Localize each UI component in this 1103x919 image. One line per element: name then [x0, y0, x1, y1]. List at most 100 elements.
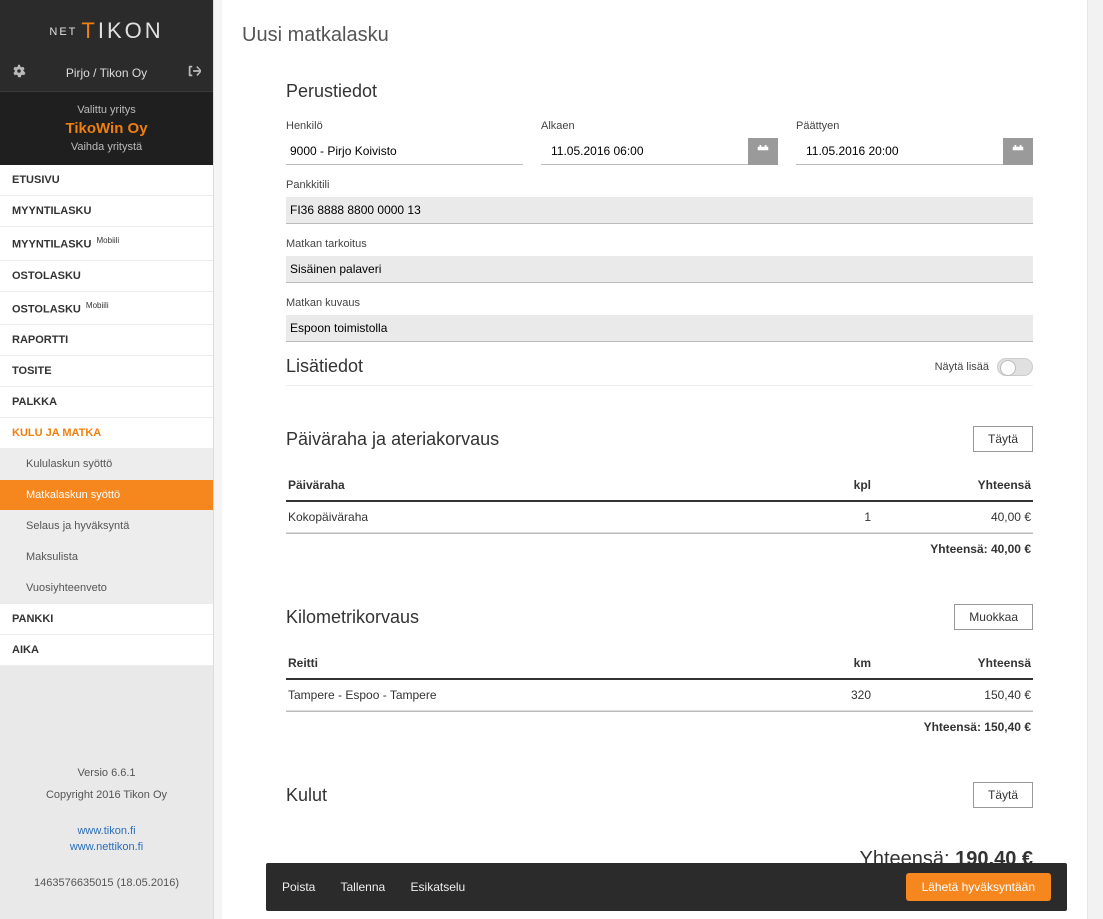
link-nettikon[interactable]: www.nettikon.fi — [10, 841, 203, 853]
selected-company-label: Valittu yritys — [8, 104, 205, 116]
label-kuvaus: Matkan kuvaus — [286, 297, 1033, 309]
gear-icon[interactable] — [12, 64, 26, 81]
col-reitti: Reitti — [286, 648, 753, 679]
sidebar-scroll-gutter[interactable] — [214, 0, 222, 919]
nav-myyntilasku-mobiili[interactable]: MYYNTILASKU Mobiili — [0, 227, 213, 261]
action-poista[interactable]: Poista — [282, 880, 315, 894]
section-kilometri: Kilometrikorvaus Muokkaa Reitti km Yhtee… — [242, 604, 1033, 742]
brand-net: NET — [49, 26, 77, 38]
paivaraha-total: Yhteensä: 40,00 € — [286, 533, 1033, 564]
input-tarkoitus[interactable] — [286, 256, 1033, 283]
nav-myyntilasku[interactable]: MYYNTILASKU — [0, 196, 213, 227]
subnav-matkalaskun-syotto[interactable]: Matkalaskun syöttö — [0, 480, 213, 511]
calendar-button-alkaen[interactable] — [748, 138, 778, 165]
field-alkaen: Alkaen — [541, 120, 778, 165]
heading-paivaraha: Päiväraha ja ateriakorvaus — [286, 429, 499, 450]
button-laheta-hyvaksyntaan[interactable]: Lähetä hyväksyntään — [906, 873, 1051, 901]
label-henkilo: Henkilö — [286, 120, 523, 132]
main-wrap: Uusi matkalasku Perustiedot Henkilö Alka… — [222, 0, 1087, 919]
heading-lisatiedot: Lisätiedot — [286, 356, 363, 377]
input-alkaen[interactable] — [541, 138, 748, 165]
field-henkilo: Henkilö — [286, 120, 523, 165]
input-paattyy[interactable] — [796, 138, 1003, 165]
cell-sum: 150,40 € — [873, 679, 1033, 711]
nav-raportti[interactable]: RAPORTTI — [0, 325, 213, 356]
user-row: Pirjo / Tikon Oy — [0, 58, 213, 91]
subnav-maksulista[interactable]: Maksulista — [0, 542, 213, 573]
nav-kulu-ja-matka[interactable]: KULU JA MATKA — [0, 418, 213, 449]
table-km: Reitti km Yhteensä Tampere - Espoo - Tam… — [286, 648, 1033, 711]
field-paattyy: Päättyen — [796, 120, 1033, 165]
table-row: Tampere - Espoo - Tampere 320 150,40 € — [286, 679, 1033, 711]
cell-kpl: 1 — [753, 501, 873, 533]
nav-etusivu[interactable]: ETUSIVU — [0, 165, 213, 196]
main-scroll-gutter[interactable] — [1087, 0, 1103, 919]
main-content: Uusi matkalasku Perustiedot Henkilö Alka… — [222, 0, 1087, 919]
input-henkilo[interactable] — [286, 138, 523, 165]
heading-perustiedot: Perustiedot — [286, 81, 1033, 102]
input-pankkitili — [286, 197, 1033, 224]
page-title: Uusi matkalasku — [242, 24, 1033, 47]
version-text: Versio 6.6.1 — [10, 767, 203, 779]
button-tayta-paivaraha[interactable]: Täytä — [973, 426, 1033, 452]
button-muokkaa-km[interactable]: Muokkaa — [954, 604, 1033, 630]
button-tayta-kulut[interactable]: Täytä — [973, 782, 1033, 808]
heading-kulut: Kulut — [286, 785, 327, 806]
toggle-nayta-lisaa[interactable] — [997, 358, 1033, 376]
input-kuvaus[interactable] — [286, 315, 1033, 342]
nav-pankki[interactable]: PANKKI — [0, 604, 213, 635]
calendar-button-paattyy[interactable] — [1003, 138, 1033, 165]
action-esikatselu[interactable]: Esikatselu — [411, 880, 466, 894]
col-yhteensa: Yhteensä — [873, 470, 1033, 501]
user-line: Pirjo / Tikon Oy — [66, 66, 147, 80]
company-block: Valittu yritys TikoWin Oy Vaihda yrityst… — [0, 91, 213, 165]
nav-kulu-sub: Kululaskun syöttö Matkalaskun syöttö Sel… — [0, 449, 213, 604]
field-tarkoitus: Matkan tarkoitus — [286, 238, 1033, 283]
label-tarkoitus: Matkan tarkoitus — [286, 238, 1033, 250]
toggle-control: Näytä lisää — [935, 358, 1033, 376]
subnav-kululaskun-syotto[interactable]: Kululaskun syöttö — [0, 449, 213, 480]
sidebar-header: NET TIKON Pirjo / Tikon Oy Valittu yritys… — [0, 0, 213, 165]
link-tikon[interactable]: www.tikon.fi — [10, 825, 203, 837]
table-paivaraha: Päiväraha kpl Yhteensä Kokopäiväraha 1 4… — [286, 470, 1033, 533]
nav: ETUSIVU MYYNTILASKU MYYNTILASKU Mobiili … — [0, 165, 213, 666]
subnav-selaus[interactable]: Selaus ja hyväksyntä — [0, 511, 213, 542]
heading-kilometri: Kilometrikorvaus — [286, 607, 419, 628]
build-stamp: 1463576635015 (18.05.2016) — [10, 877, 203, 889]
nav-aika[interactable]: AIKA — [0, 635, 213, 666]
col-km: km — [753, 648, 873, 679]
field-kuvaus: Matkan kuvaus — [286, 297, 1033, 342]
cell-name: Kokopäiväraha — [286, 501, 753, 533]
action-bar: Poista Tallenna Esikatselu Lähetä hyväks… — [266, 863, 1067, 911]
toggle-label: Näytä lisää — [935, 361, 989, 373]
label-pankkitili: Pankkitili — [286, 179, 1033, 191]
nav-ostolasku[interactable]: OSTOLASKU — [0, 261, 213, 292]
sidebar: NET TIKON Pirjo / Tikon Oy Valittu yritys… — [0, 0, 214, 919]
table-row: Kokopäiväraha 1 40,00 € — [286, 501, 1033, 533]
change-company-link[interactable]: Vaihda yritystä — [8, 141, 205, 153]
nav-palkka[interactable]: PALKKA — [0, 387, 213, 418]
brand-t: T — [81, 18, 97, 43]
calendar-icon — [756, 145, 770, 159]
label-alkaen: Alkaen — [541, 120, 778, 132]
section-perustiedot: Perustiedot Henkilö Alkaen Päättyen — [242, 81, 1033, 386]
action-bar-left: Poista Tallenna Esikatselu — [282, 880, 487, 894]
action-tallenna[interactable]: Tallenna — [340, 880, 385, 894]
nav-tosite[interactable]: TOSITE — [0, 356, 213, 387]
cell-sum: 40,00 € — [873, 501, 1033, 533]
brand-rest: IKON — [98, 18, 164, 43]
sidebar-footer: Versio 6.6.1 Copyright 2016 Tikon Oy www… — [0, 737, 213, 919]
brand-logo: NET TIKON — [0, 18, 213, 44]
calendar-icon — [1011, 145, 1025, 159]
section-paivaraha: Päiväraha ja ateriakorvaus Täytä Päivära… — [242, 426, 1033, 564]
subnav-vuosiyhteenveto[interactable]: Vuosiyhteenveto — [0, 573, 213, 604]
nav-ostolasku-mobiili[interactable]: OSTOLASKU Mobiili — [0, 292, 213, 326]
copyright-text: Copyright 2016 Tikon Oy — [10, 789, 203, 801]
logout-icon[interactable] — [187, 64, 201, 81]
cell-km: 320 — [753, 679, 873, 711]
cell-reitti: Tampere - Espoo - Tampere — [286, 679, 753, 711]
km-total: Yhteensä: 150,40 € — [286, 711, 1033, 742]
selected-company-name: TikoWin Oy — [8, 120, 205, 137]
label-paattyy: Päättyen — [796, 120, 1033, 132]
section-kulut: Kulut Täytä — [242, 782, 1033, 808]
